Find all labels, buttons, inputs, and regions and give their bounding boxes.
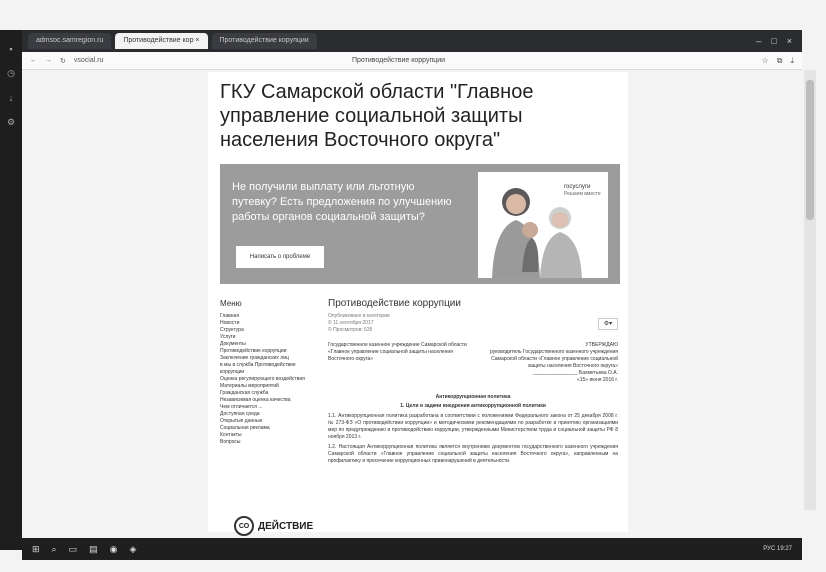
taskbar: ⊞ ⌕ ▭ ▤ ◉ ◈ РУС 19:27: [22, 538, 802, 560]
webpage: ГКУ Самарской области "Главное управлени…: [208, 72, 628, 536]
approval-block: УТВЕРЖДАЮ руководитель Государственного …: [490, 342, 618, 383]
explorer-icon[interactable]: ▤: [89, 544, 98, 555]
sidebar-item-anticorruption[interactable]: Противодействие коррупции: [220, 348, 310, 355]
system-tray[interactable]: РУС 19:27: [763, 546, 802, 552]
logo-mark: СО: [234, 516, 254, 536]
sidebar-item-14[interactable]: Открытые данные: [220, 418, 310, 425]
gear-icon[interactable]: ⚙▾: [598, 318, 618, 330]
side-panel: ▪ ◷ ↓ ⚙: [0, 30, 22, 550]
reload-icon[interactable]: ↻: [60, 57, 66, 65]
sidebar-item-11[interactable]: Независимая оценка качества: [220, 397, 310, 404]
sidebar-item-12[interactable]: Чем отличается ...: [220, 404, 310, 411]
paragraph-1: 1.1. Антикоррупционная политика разработ…: [328, 413, 618, 440]
sidebar-item-13[interactable]: Доступная среда: [220, 411, 310, 418]
sidebar-item-structure[interactable]: Структура: [220, 327, 310, 334]
sidebar-item-9[interactable]: Материалы мероприятий: [220, 383, 310, 390]
sidebar-item-10[interactable]: Гражданская служба: [220, 390, 310, 397]
desktop-screen: ▪ ◷ ↓ ⚙ admsoc.samregion.ru Противодейст…: [0, 0, 826, 572]
history-icon[interactable]: ◷: [0, 68, 22, 79]
sidebar-item-8[interactable]: Оценка регулирующего воздействия: [220, 376, 310, 383]
sidebar-item-15[interactable]: Социальная реклама: [220, 425, 310, 432]
org-left: Государственное казенное учреждение Сама…: [328, 342, 467, 362]
settings-icon[interactable]: ⚙: [0, 117, 22, 128]
tab-3[interactable]: Противодействие корупции: [211, 33, 317, 49]
report-problem-button[interactable]: Написать о проблеме: [236, 246, 324, 268]
sidebar-item-6[interactable]: Заключение гражданских лиц: [220, 355, 310, 362]
sidebar-item-16[interactable]: Контакты: [220, 432, 310, 439]
browser-icon[interactable]: ◉: [110, 544, 118, 555]
maximize-icon[interactable]: □: [771, 36, 776, 46]
minimize-icon[interactable]: –: [756, 36, 761, 46]
sidebar-item-home[interactable]: Главная: [220, 313, 310, 320]
logo-text: ДЕЙСТВИЕ: [258, 520, 314, 532]
url-field[interactable]: vsocial.ru: [74, 57, 104, 64]
sidebar-item-17[interactable]: Вопросы: [220, 439, 310, 446]
site-title: ГКУ Самарской области "Главное управлени…: [220, 81, 534, 151]
promo-banner: Не получили выплату или льготную путевку…: [220, 164, 620, 284]
tab-2[interactable]: Противодействие кор ×: [115, 33, 208, 49]
tab-1[interactable]: admsoc.samregion.ru: [28, 33, 112, 49]
section-heading: 1. Цели и задачи внедрения антикоррупцио…: [400, 403, 546, 409]
browser-toolbar-icons: ☆ ⧉ ⤓: [762, 56, 794, 66]
taskview-icon[interactable]: ▭: [69, 544, 78, 555]
page-title-bar: Противодействие коррупции: [352, 57, 446, 64]
banner-text: Не получили выплату или льготную путевку…: [232, 181, 452, 223]
window-controls: – □ ×: [756, 36, 802, 46]
download-toolbar-icon[interactable]: ⤓: [790, 56, 794, 66]
extensions-icon[interactable]: ⧉: [777, 56, 783, 66]
search-icon[interactable]: ⌕: [52, 544, 57, 555]
sidebar-menu: Меню Главная Новости Структура Услуги До…: [220, 300, 310, 446]
address-bar: ← → ↻ vsocial.ru Противодействие коррупц…: [22, 52, 802, 70]
sidebar-item-documents[interactable]: Документы: [220, 341, 310, 348]
article-meta: Опубликовано в категории © 11 сентября 2…: [328, 313, 390, 333]
bookmark-icon[interactable]: ☆: [762, 56, 769, 66]
social-logo[interactable]: СО ДЕЙСТВИЕ: [234, 516, 313, 536]
download-icon[interactable]: ↓: [0, 93, 22, 103]
gosuslugi-label: госуслуги: [564, 184, 590, 190]
sidebar-item-news[interactable]: Новости: [220, 320, 310, 327]
gosuslugi-sub: Решаем вместе: [564, 191, 601, 197]
close-icon[interactable]: ×: [787, 36, 792, 46]
menu-title: Меню: [220, 299, 242, 308]
back-icon[interactable]: ←: [30, 57, 37, 64]
sidebar-item-7[interactable]: в мы в служба Противодействие коррупции: [220, 362, 310, 376]
paragraph-2: 1.2. Настоящая Антикоррупционная политик…: [328, 444, 618, 464]
apps-icon[interactable]: ▪: [0, 44, 22, 54]
article-heading: Противодействие коррупции: [328, 298, 461, 309]
start-icon[interactable]: ⊞: [32, 544, 40, 555]
app-icon[interactable]: ◈: [129, 544, 136, 555]
document-title: Антикоррупционная политика: [435, 394, 511, 400]
scrollbar-thumb[interactable]: [806, 80, 814, 220]
tab-bar: admsoc.samregion.ru Противодействие кор …: [22, 30, 802, 52]
article: Противодействие коррупции ⚙▾ Опубликован…: [328, 298, 618, 465]
forward-icon[interactable]: →: [45, 57, 52, 64]
family-illustration: госуслуги Решаем вместе: [478, 172, 608, 278]
sidebar-item-services[interactable]: Услуги: [220, 334, 310, 341]
